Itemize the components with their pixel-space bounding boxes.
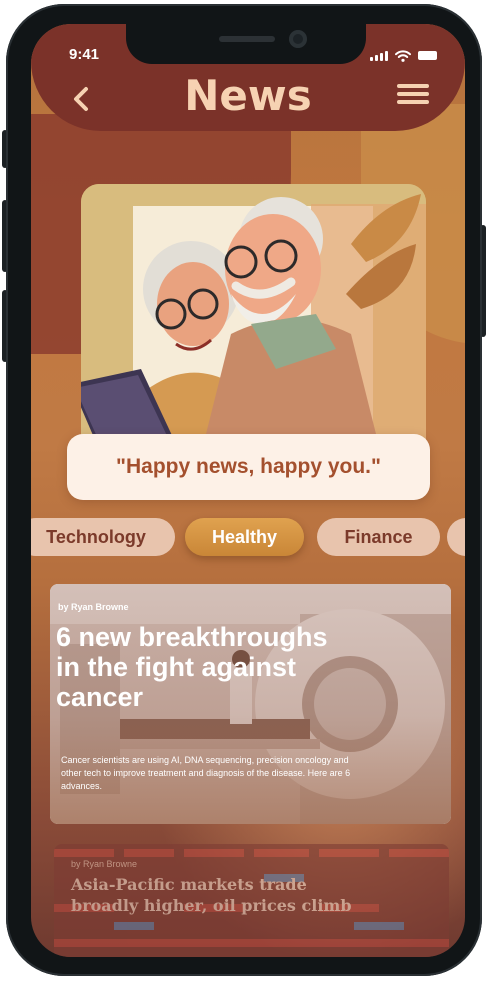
article-headline: Asia-Pacific markets trade broadly highe… [71,875,352,915]
notch [126,24,366,64]
cellular-signal-icon [370,51,388,61]
tab-label: Technology [46,526,146,547]
article-summary: Cancer scientists are using AI, DNA sequ… [61,755,351,791]
front-camera [289,30,307,48]
tab-technology[interactable]: Technology [31,518,175,556]
hamburger-menu-icon [397,84,429,104]
screen: 9:41 News "Happy news, happy you." Techn… [31,24,465,957]
hero-illustration [81,184,426,454]
article-byline: by Ryan Browne [71,859,138,869]
article-card[interactable]: by Ryan Browne Asia-Pacific markets trad… [54,844,449,957]
quote-card: "Happy news, happy you." [67,434,430,500]
wifi-icon [395,49,411,62]
tab-label: Healthy [211,526,278,547]
tab-next[interactable] [447,518,465,556]
menu-button[interactable] [397,84,429,106]
category-tabs: Technology Healthy Finance [31,518,465,558]
tab-label: Finance [344,526,413,547]
app-header: 9:41 News [31,24,465,131]
tab-healthy[interactable]: Healthy [185,518,304,556]
status-icons [370,49,437,62]
quote-text: "Happy news, happy you." [116,455,381,478]
article-card[interactable]: by Ryan Browne 6 new breakthroughs in th… [50,584,451,824]
battery-icon [418,51,437,60]
tab-finance[interactable]: Finance [317,518,440,556]
article-byline: by Ryan Browne [58,602,129,612]
speaker-grille [219,36,275,42]
article-headline: 6 new breakthroughs in the fight against… [56,622,328,712]
phone-frame: 9:41 News "Happy news, happy you." Techn… [6,4,482,976]
status-time: 9:41 [69,46,100,63]
